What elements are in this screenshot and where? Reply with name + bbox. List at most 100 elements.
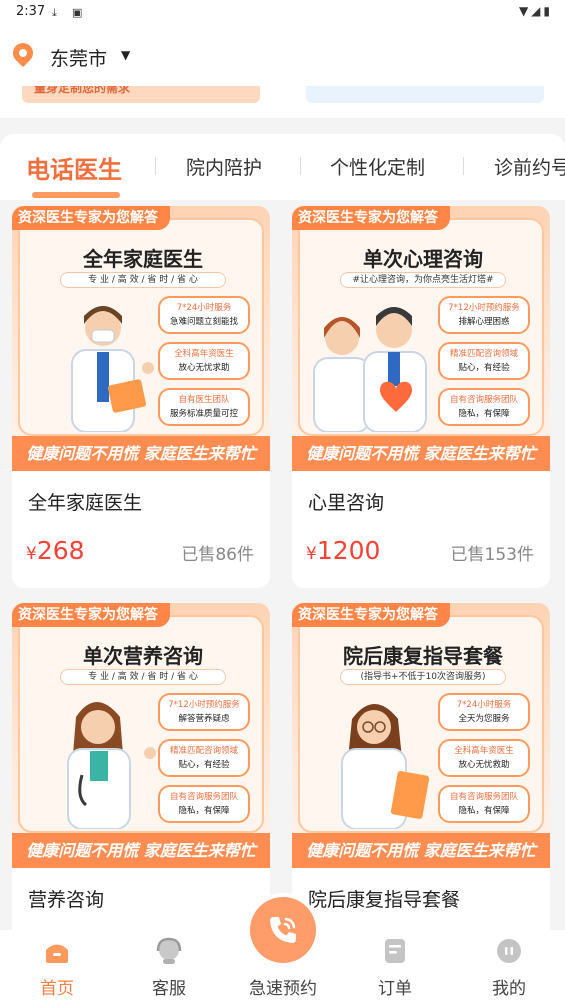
feature-text: 全天为您服务 (458, 714, 510, 724)
product-card[interactable]: 全年家庭医生 专 业 / 高 效 / 省 时 / 省 心 7*24小时服务 急难… (12, 206, 270, 588)
feature-bubble: 自有医生团队 服务标准质量可控 (158, 388, 250, 426)
doctor-illustration (67, 702, 156, 829)
signal-battery-icon: ▼◢▮ (518, 4, 553, 18)
promo-banner-right[interactable] (306, 86, 544, 103)
poster-banner: 健康问题不用慌 家庭医生来帮忙 (12, 833, 270, 868)
order-icon (385, 939, 405, 963)
feature-text: 隐私，有保障 (458, 409, 510, 419)
poster-ribbon: 资深医生专家为您解答 (292, 206, 450, 230)
fab-circle (250, 897, 316, 963)
tab-active-indicator (32, 192, 120, 198)
feature-text: 服务标准质量可控 (169, 409, 238, 419)
feature-bubble: 自有咨询服务团队 隐私，有保障 (438, 388, 530, 426)
feature-bubble: 精准匹配咨询领域 贴心，有经验 (438, 342, 530, 380)
feature-heading: 精准匹配咨询领域 (169, 746, 238, 756)
phone-call-icon (270, 917, 296, 943)
poster-frame: 单次心理咨询 #让心理咨询，为你点亮生活灯塔# 7*12小时预约服务 排解心理困… (298, 218, 544, 436)
poster-frame: 院后康复指导套餐 (指导书+不低于10次咨询服务) 7*24小时服务 全天为您服… (298, 615, 544, 833)
poster-subtitle: #让心理咨询，为你点亮生活灯塔# (340, 272, 506, 288)
feature-heading: 自有咨询服务团队 (169, 792, 238, 802)
feature-heading: 精准匹配咨询领域 (449, 349, 518, 359)
poster-banner: 健康问题不用慌 家庭医生来帮忙 (292, 436, 550, 471)
product-name: 院后康复指导套餐 (308, 889, 461, 911)
poster-ribbon: 资深医生专家为您解答 (12, 603, 170, 627)
tab-customization[interactable]: 个性化定制 (330, 153, 425, 180)
tab-pre-visit-booking[interactable]: 诊前约号 (494, 153, 565, 180)
poster-title: 院后康复指导套餐 (343, 644, 503, 668)
feature-heading: 全科高年资医生 (454, 746, 514, 756)
promo-banner-left[interactable]: 量身定制您的需求 (22, 86, 260, 103)
tab-divider (463, 157, 464, 175)
category-tabs: 电话医生 院内陪护 个性化定制 诊前约号 (0, 134, 565, 200)
poster-banner: 健康问题不用慌 家庭医生来帮忙 (292, 833, 550, 868)
feature-heading: 全科高年资医生 (174, 349, 234, 359)
product-grid: 全年家庭医生 专 业 / 高 效 / 省 时 / 省 心 7*24小时服务 急难… (0, 200, 565, 930)
product-name: 全年家庭医生 (28, 492, 143, 514)
nav-profile-label: 我的 (492, 979, 526, 999)
nav-customer-service[interactable]: 客服 (124, 930, 214, 1004)
product-name: 营养咨询 (28, 889, 105, 911)
feature-heading: 自有咨询服务团队 (449, 395, 518, 405)
sold-count: 已售86件 (181, 545, 254, 565)
feature-text: 贴心，有经验 (458, 363, 510, 373)
price-currency: ¥ (306, 544, 317, 564)
city-selector[interactable]: 东莞市 (50, 44, 107, 71)
feature-heading: 7*24小时服务 (456, 700, 512, 710)
feature-text: 贴心，有经验 (178, 760, 230, 770)
poster-ribbon: 资深医生专家为您解答 (12, 206, 170, 230)
caret-down-icon[interactable]: ▼ (121, 48, 130, 62)
product-card[interactable]: 院后康复指导套餐 (指导书+不低于10次咨询服务) 7*24小时服务 全天为您服… (292, 603, 550, 930)
feature-bubble: 7*24小时服务 全天为您服务 (438, 693, 530, 731)
status-bar: 2:37 ⤓ ▣ ▼◢▮ (0, 0, 565, 26)
location-pin-icon (8, 38, 38, 68)
feature-heading: 7*24小时服务 (176, 303, 232, 313)
quick-booking-button[interactable] (246, 893, 320, 967)
nav-home[interactable]: 首页 (12, 930, 102, 1004)
poster-ribbon: 资深医生专家为您解答 (292, 603, 450, 627)
feature-text: 排解心理困惑 (458, 317, 510, 327)
status-time: 2:37 (16, 4, 46, 19)
feature-text: 解答营养疑虑 (178, 714, 230, 724)
feature-heading: 自有咨询服务团队 (449, 792, 518, 802)
nav-quick-booking-label[interactable]: 急速预约 (238, 974, 328, 999)
feature-heading: 7*12小时预约服务 (168, 700, 240, 710)
price-currency: ¥ (26, 544, 37, 564)
feature-text: 急难问题立刻能找 (169, 317, 238, 327)
notification-icon: ▣ (72, 6, 83, 19)
product-poster: 单次心理咨询 #让心理咨询，为你点亮生活灯塔# 7*12小时预约服务 排解心理困… (292, 206, 550, 471)
feature-bubble: 全科高年资医生 放心无忧求助 (158, 342, 250, 380)
feature-heading: 7*12小时预约服务 (448, 303, 520, 313)
doctor-illustration (71, 306, 154, 432)
nav-profile[interactable]: 我的 (464, 930, 554, 1004)
tab-divider (155, 157, 156, 175)
location-bar: 东莞市 ▼ (0, 26, 565, 86)
poster-subtitle: 专 业 / 高 效 / 省 时 / 省 心 (60, 272, 226, 288)
product-card[interactable]: 单次心理咨询 #让心理咨询，为你点亮生活灯塔# 7*12小时预约服务 排解心理困… (292, 206, 550, 588)
tab-hospital-escort[interactable]: 院内陪护 (186, 153, 262, 180)
nav-customer-service-label: 客服 (152, 979, 186, 999)
poster-frame: 全年家庭医生 专 业 / 高 效 / 省 时 / 省 心 7*24小时服务 急难… (18, 218, 264, 436)
price-value: 268 (36, 536, 85, 565)
profile-icon (497, 939, 521, 963)
poster-banner: 健康问题不用慌 家庭医生来帮忙 (12, 436, 270, 471)
feature-text: 放心无忧救助 (458, 760, 510, 770)
download-icon: ⤓ (52, 6, 57, 19)
feature-text: 隐私，有保障 (458, 806, 510, 816)
nav-orders[interactable]: 订单 (350, 930, 440, 1004)
home-icon (46, 944, 68, 963)
price-value: 1200 (316, 536, 381, 565)
product-poster: 全年家庭医生 专 业 / 高 效 / 省 时 / 省 心 7*24小时服务 急难… (12, 206, 270, 471)
poster-subtitle: (指导书+不低于10次咨询服务) (340, 669, 506, 685)
poster-subtitle: 专 业 / 高 效 / 省 时 / 省 心 (60, 669, 226, 685)
product-card[interactable]: 单次营养咨询 专 业 / 高 效 / 省 时 / 省 心 7*12小时预约服务 … (12, 603, 270, 930)
promo-banner-row: 量身定制您的需求 (0, 86, 565, 118)
product-price: ¥1200 (306, 536, 380, 565)
feature-bubble: 自有咨询服务团队 隐私，有保障 (438, 785, 530, 823)
sold-count: 已售153件 (450, 545, 534, 565)
tab-phone-doctor[interactable]: 电话医生 (26, 150, 122, 185)
feature-bubble: 7*12小时预约服务 解答营养疑虑 (158, 693, 250, 731)
product-poster: 院后康复指导套餐 (指导书+不低于10次咨询服务) 7*24小时服务 全天为您服… (292, 603, 550, 868)
product-price: ¥268 (26, 536, 85, 565)
feature-bubble: 7*24小时服务 急难问题立刻能找 (158, 296, 250, 334)
feature-bubble: 精准匹配咨询领域 贴心，有经验 (158, 739, 250, 777)
